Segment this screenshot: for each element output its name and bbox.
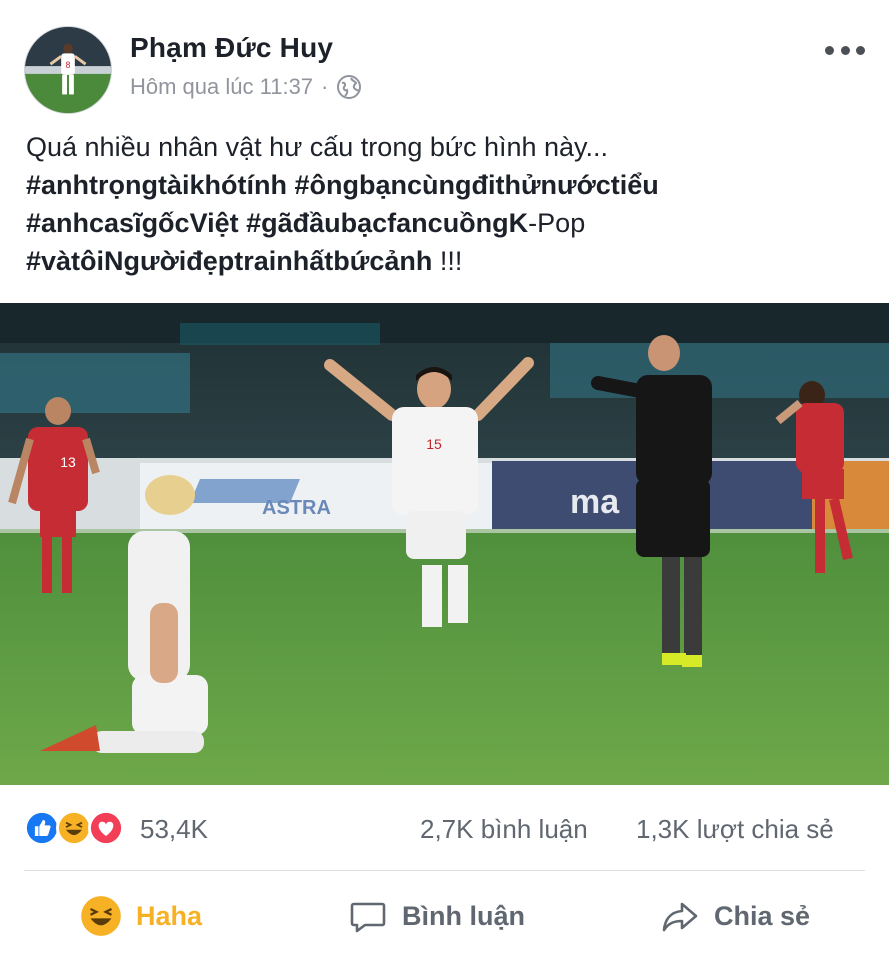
post-meta: Hôm qua lúc 11:37 · xyxy=(130,74,362,100)
caption-hashtag-line: #vàtôiNgườiđẹptrainhấtbứcảnh !!! xyxy=(26,242,866,280)
avatar[interactable]: 8 xyxy=(24,26,112,114)
author-name[interactable]: Phạm Đức Huy xyxy=(130,32,333,64)
banner-text-astra: ASTRA xyxy=(262,497,331,519)
caption-text: !!! xyxy=(432,246,463,276)
caption-hashtag-line: #anhcasĩgốcViệt #gãđầubạcfancuồngK-Pop xyxy=(26,204,866,242)
share-label: Chia sẻ xyxy=(714,900,811,931)
svg-text:8: 8 xyxy=(66,60,71,70)
jersey-number: 15 xyxy=(426,436,442,452)
post-timestamp[interactable]: Hôm qua lúc 11:37 xyxy=(130,74,313,100)
haha-icon xyxy=(81,896,121,936)
caption-text: Quá nhiều nhân vật hư cấu trong bức hình… xyxy=(26,132,609,162)
post-stats: 53,4K 2,7K bình luận 1,3K lượt chia sẻ xyxy=(0,800,889,860)
comment-icon xyxy=(350,902,386,933)
shares-count[interactable]: 1,3K lượt chia sẻ xyxy=(636,814,834,845)
reactions-count[interactable]: 53,4K xyxy=(140,814,208,845)
love-icon xyxy=(88,810,124,846)
comment-button[interactable]: Bình luận xyxy=(348,872,525,960)
more-options-icon[interactable] xyxy=(825,40,865,60)
globe-icon xyxy=(336,74,362,100)
haha-label: Haha xyxy=(136,900,203,931)
jersey-number: 13 xyxy=(60,454,76,470)
hashtag-link[interactable]: #anhtrọngtàikhótính xyxy=(26,170,287,200)
post-photo[interactable]: ASTRA ma 15 13 xyxy=(0,303,889,785)
action-bar: Haha Bình luận Chia sẻ xyxy=(0,872,889,960)
caption-text: -Pop xyxy=(528,208,586,238)
hashtag-link[interactable]: #anhcasĩgốcViệt xyxy=(26,208,239,238)
share-button[interactable]: Chia sẻ xyxy=(660,872,810,960)
caption-hashtag-line: #anhtrọngtàikhótính #ôngbạncùngđithửnước… xyxy=(26,166,866,204)
comments-count[interactable]: 2,7K bình luận xyxy=(420,814,588,845)
reaction-summary[interactable] xyxy=(24,810,124,846)
post-caption: Quá nhiều nhân vật hư cấu trong bức hình… xyxy=(26,128,866,280)
hashtag-link[interactable]: #vàtôiNgườiđẹptrainhấtbứcảnh xyxy=(26,246,432,276)
hashtag-link[interactable]: #gãđầubạcfancuồngK xyxy=(246,208,528,238)
haha-reaction-button[interactable]: Haha xyxy=(80,872,202,960)
post-header: 8 Phạm Đức Huy Hôm qua lúc 11:37 · xyxy=(0,0,889,115)
haha-icon xyxy=(56,810,92,846)
meta-separator: · xyxy=(321,74,329,99)
comment-label: Bình luận xyxy=(402,900,525,931)
share-icon xyxy=(662,902,698,932)
like-icon xyxy=(24,810,60,846)
divider xyxy=(24,870,865,871)
banner-text-sponsor: ma xyxy=(570,483,620,521)
hashtag-link[interactable]: #ôngbạncùngđithửnướctiểu xyxy=(295,170,659,200)
